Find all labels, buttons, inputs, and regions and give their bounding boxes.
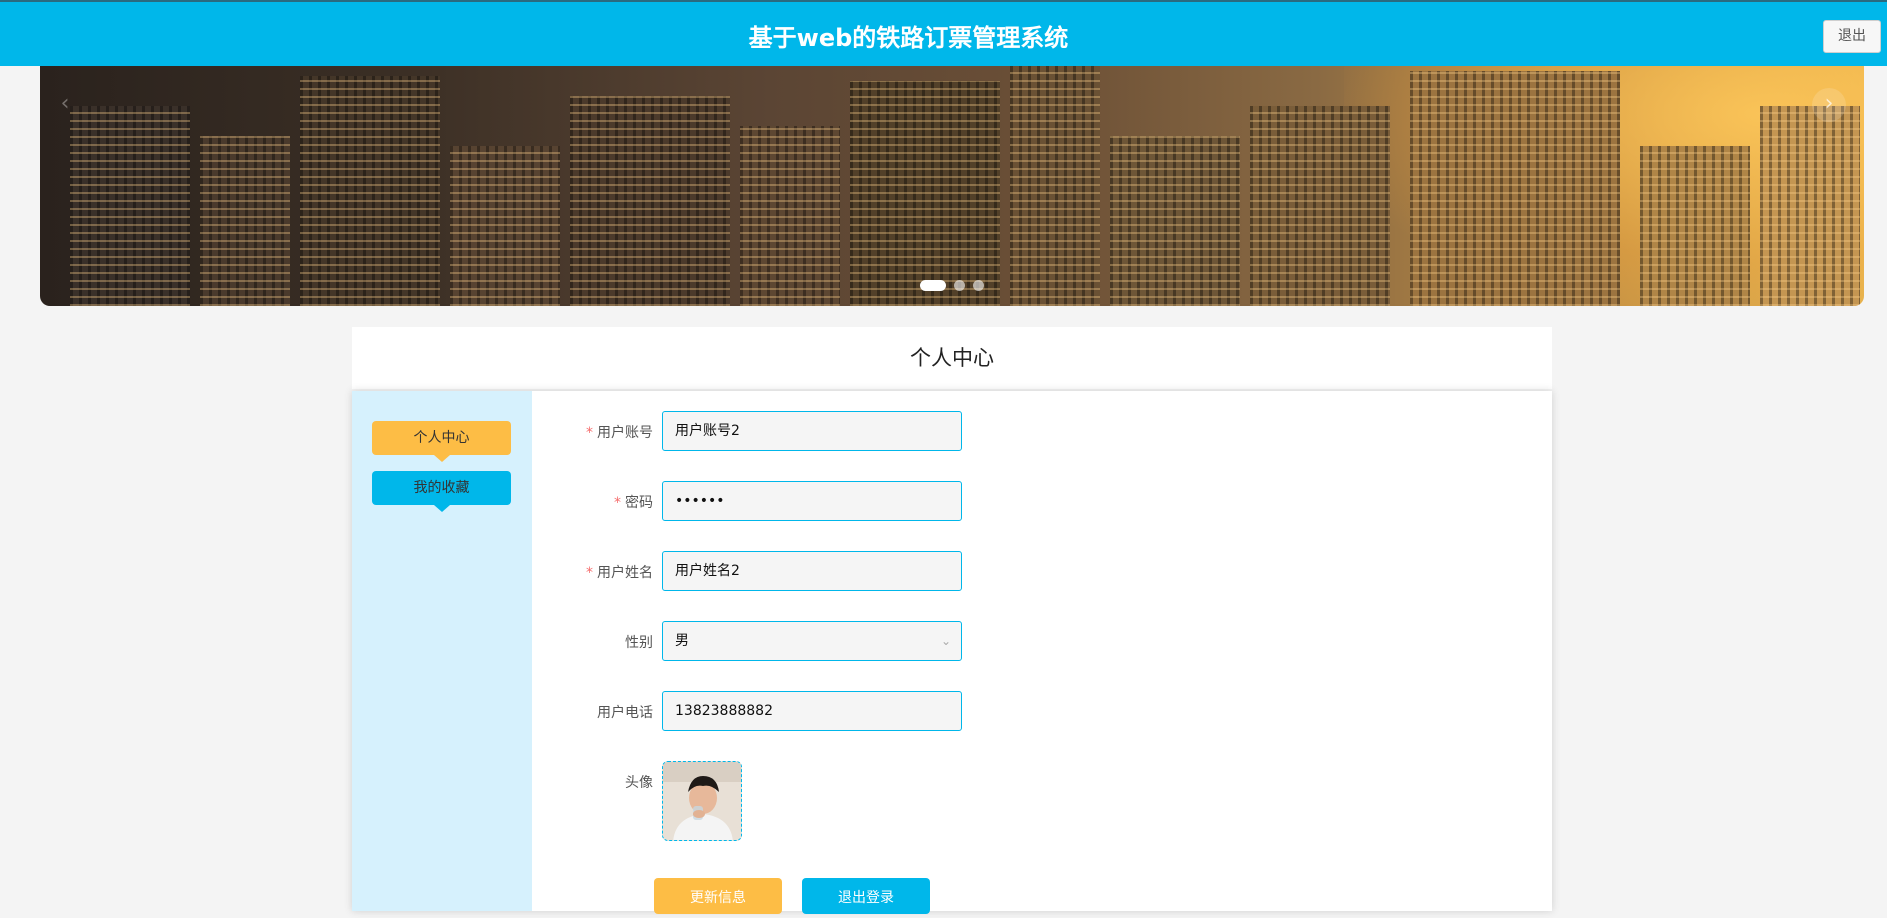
carousel-next-arrow-icon[interactable]: › xyxy=(1812,88,1846,122)
building xyxy=(1410,71,1620,306)
carousel-prev-arrow-icon[interactable]: ‹ xyxy=(48,88,82,122)
phone-input[interactable]: 13823888882 xyxy=(662,691,962,731)
avatar-upload[interactable] xyxy=(662,761,742,841)
building xyxy=(1250,106,1390,306)
gender-value: 男 xyxy=(675,633,689,649)
building xyxy=(1010,66,1100,306)
building xyxy=(570,96,730,306)
name-label-text: 用户姓名 xyxy=(597,565,653,581)
profile-panel: 个人中心 我的收藏 * 用户账号 用户账号2 * 密码 •••••• * 用户姓名 用… xyxy=(352,391,1552,914)
name-input[interactable]: 用户姓名2 xyxy=(662,551,962,591)
carousel-dot-1[interactable] xyxy=(920,280,946,291)
name-label: * 用户姓名 xyxy=(532,562,653,582)
logout-account-button[interactable]: 退出登录 xyxy=(802,878,930,914)
site-title: 基于web的铁路订票管理系统 xyxy=(748,24,1069,52)
required-mark: * xyxy=(586,425,593,441)
building xyxy=(70,106,190,306)
building xyxy=(200,136,290,306)
top-bar: 基于web的铁路订票管理系统 退出 xyxy=(0,0,1887,66)
building xyxy=(450,146,560,306)
account-input[interactable]: 用户账号2 xyxy=(662,411,962,451)
sidebar-item-label: 个人中心 xyxy=(413,430,470,446)
account-label-text: 用户账号 xyxy=(597,425,653,441)
sidebar-pointer xyxy=(434,505,450,512)
avatar-label: 头像 xyxy=(625,775,653,791)
sidebar-item-label: 我的收藏 xyxy=(413,480,470,496)
gender-label: 性别 xyxy=(625,635,653,651)
carousel-dot-2[interactable] xyxy=(954,280,965,291)
phone-label: 用户电话 xyxy=(597,705,653,721)
building xyxy=(1110,136,1240,306)
building xyxy=(850,81,1000,306)
carousel-indicators xyxy=(920,280,984,291)
building xyxy=(740,126,840,306)
building xyxy=(300,76,440,306)
page-title: 个人中心 xyxy=(352,327,1552,389)
chevron-down-icon: ⌄ xyxy=(940,634,951,648)
gender-select[interactable]: 男 ⌄ xyxy=(662,621,962,661)
sidebar-item-personal-center[interactable]: 个人中心 xyxy=(372,421,511,462)
required-mark: * xyxy=(614,495,621,511)
update-info-button[interactable]: 更新信息 xyxy=(654,878,782,914)
password-label-text: 密码 xyxy=(625,495,653,511)
password-input[interactable]: •••••• xyxy=(662,481,962,521)
password-label: * 密码 xyxy=(532,492,653,512)
sidebar: 个人中心 我的收藏 xyxy=(352,391,532,911)
sidebar-pointer xyxy=(434,455,450,462)
avatar-image xyxy=(663,762,741,840)
account-label: * 用户账号 xyxy=(532,422,653,442)
banner-carousel: ‹ › xyxy=(40,66,1864,306)
building xyxy=(1640,146,1750,306)
logout-button[interactable]: 退出 xyxy=(1823,20,1881,53)
required-mark: * xyxy=(586,565,593,581)
sidebar-item-my-favorites[interactable]: 我的收藏 xyxy=(372,471,511,512)
carousel-dot-3[interactable] xyxy=(973,280,984,291)
building xyxy=(1760,106,1860,306)
